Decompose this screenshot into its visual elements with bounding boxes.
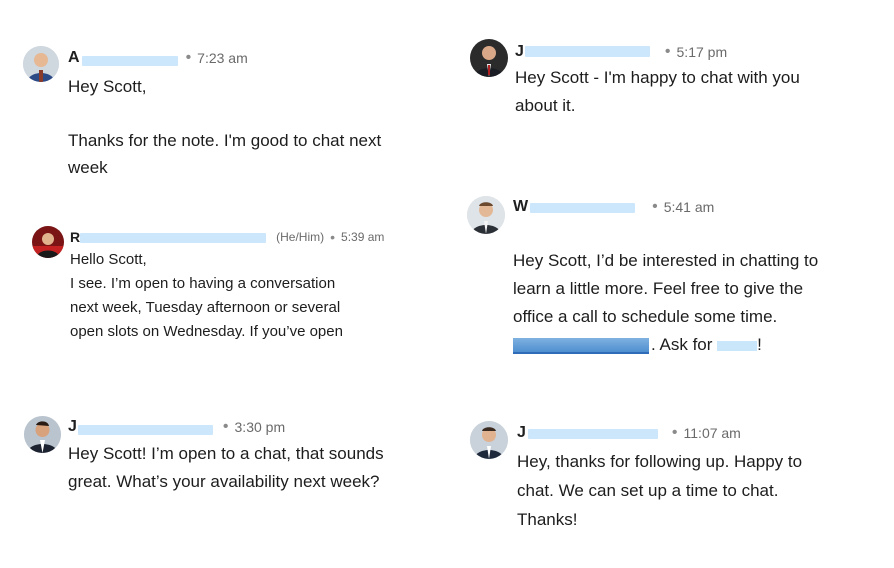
timestamp: 5:17 pm — [676, 44, 728, 60]
separator-dot: • — [222, 418, 229, 435]
avatar[interactable] — [470, 39, 508, 77]
timestamp: 11:07 am — [683, 425, 741, 441]
message-body: Hey Scott, Thanks for the note. I'm good… — [68, 77, 382, 177]
sender-name[interactable]: J — [68, 418, 77, 436]
sender-name[interactable]: A — [68, 49, 80, 67]
separator-dot: • — [652, 198, 658, 215]
timestamp: 5:39 am — [341, 230, 385, 244]
redaction — [530, 203, 635, 213]
avatar[interactable] — [32, 226, 64, 258]
message-body: Hey Scott! I’m open to a chat, that soun… — [68, 444, 384, 491]
redaction — [717, 340, 758, 351]
timestamp: 5:41 am — [663, 199, 715, 215]
redaction — [525, 46, 650, 57]
separator-dot: • — [330, 229, 336, 245]
separator-dot: • — [671, 424, 678, 441]
timestamp: 3:30 pm — [234, 419, 286, 435]
person-icon — [24, 416, 61, 453]
sender-name[interactable]: W — [513, 198, 528, 216]
redaction — [78, 425, 213, 435]
sender-name[interactable]: R — [70, 229, 80, 245]
message-body: Hey Scott, I’d be interested in chatting… — [513, 219, 883, 359]
message-text: Hey Scott, I’d be interested in chatting… — [513, 251, 819, 326]
sender-name[interactable]: J — [517, 424, 526, 442]
redaction — [80, 233, 266, 243]
separator-dot: • — [664, 43, 671, 60]
pronouns: (He/Him) — [276, 230, 325, 244]
redaction — [528, 429, 658, 439]
timestamp: 7:23 am — [197, 50, 248, 66]
person-icon — [470, 421, 508, 459]
avatar[interactable] — [470, 421, 508, 459]
message-body: Hello Scott, I see. I’m open to having a… — [70, 251, 343, 340]
avatar[interactable] — [467, 196, 505, 234]
message-text: ! — [757, 335, 762, 354]
person-icon — [470, 39, 508, 77]
avatar[interactable] — [23, 46, 59, 82]
redaction — [82, 56, 178, 66]
person-icon — [23, 46, 59, 82]
person-icon — [32, 226, 64, 258]
person-icon — [467, 196, 505, 234]
avatar[interactable] — [24, 416, 61, 453]
sender-name[interactable]: J — [515, 43, 524, 61]
redacted-phone-link[interactable] — [513, 337, 649, 354]
message-body: Hey Scott - I'm happy to chat with you a… — [515, 68, 800, 115]
separator-dot: • — [185, 49, 192, 66]
message-text: . Ask for — [651, 335, 718, 354]
message-body: Hey, thanks for following up. Happy to c… — [517, 452, 803, 529]
